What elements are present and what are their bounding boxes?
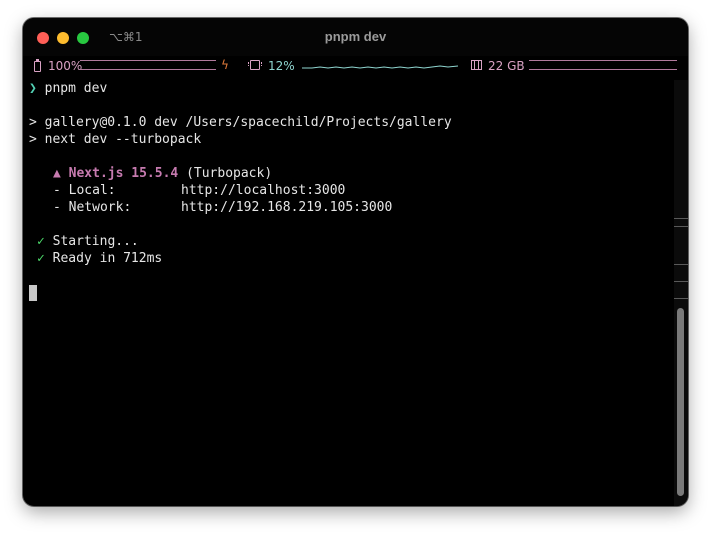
next-triangle-icon: ▲	[53, 166, 61, 181]
local-label: - Local:	[53, 183, 116, 198]
scroll-marker	[674, 226, 688, 227]
memory-bar	[529, 60, 677, 70]
scrollbar[interactable]	[674, 80, 688, 506]
title-bar[interactable]: ⌥⌘1 pnpm dev	[23, 18, 688, 56]
scroll-marker	[674, 281, 688, 282]
next-mode: (Turbopack)	[186, 166, 273, 181]
terminal-window: ⌥⌘1 pnpm dev 100% ϟ 12% 22 GB ❯ pnpm dev…	[23, 18, 688, 506]
command-text: pnpm dev	[44, 81, 108, 96]
check-icon: ✓	[37, 251, 45, 266]
cpu-usage: 12%	[268, 59, 295, 73]
status-bar: 100% ϟ 12% 22 GB	[23, 56, 688, 80]
next-banner: ▲ Next.js 15.5.4 (Turbopack)	[53, 165, 272, 182]
battery-bar	[80, 60, 216, 70]
prompt-line: ❯ pnpm dev	[29, 80, 107, 97]
battery-level: 100%	[48, 59, 83, 73]
prompt-symbol: ❯	[29, 81, 37, 96]
script-line: > gallery@0.1.0 dev /Users/spacechild/Pr…	[29, 115, 452, 130]
network-url[interactable]: http://192.168.219.105:3000	[181, 199, 392, 216]
starting-text: Starting...	[52, 234, 139, 249]
cpu-graph	[302, 65, 458, 69]
terminal-output[interactable]: ❯ pnpm dev > gallery@0.1.0 dev /Users/sp…	[29, 80, 668, 506]
bolt-icon: ϟ	[221, 58, 229, 72]
memory-icon	[471, 60, 482, 70]
memory-usage: 22 GB	[488, 59, 525, 73]
cpu-chip-icon	[248, 60, 262, 70]
local-url[interactable]: http://localhost:3000	[181, 182, 345, 199]
ready-line: ✓ Ready in 712ms	[37, 250, 162, 267]
starting-line: ✓ Starting...	[37, 233, 139, 250]
terminal-cursor	[29, 285, 37, 301]
scroll-marker	[674, 264, 688, 265]
network-label: - Network:	[53, 200, 132, 215]
battery-icon	[34, 59, 41, 72]
window-title: pnpm dev	[324, 29, 387, 44]
script-command-line: > next dev --turbopack	[29, 132, 202, 147]
ready-text: Ready in 712ms	[52, 251, 163, 266]
scroll-marker	[674, 218, 688, 219]
scroll-marker	[674, 298, 688, 299]
scrollbar-thumb[interactable]	[677, 308, 684, 496]
next-version: Next.js 15.5.4	[68, 166, 179, 181]
check-icon: ✓	[37, 234, 45, 249]
